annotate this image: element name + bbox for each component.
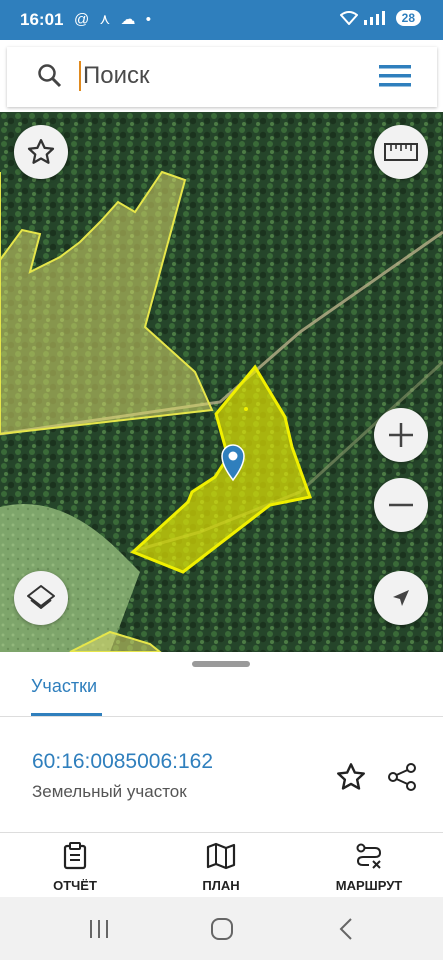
home-icon[interactable] (210, 917, 234, 941)
recent-apps-icon[interactable] (88, 919, 110, 939)
menu-icon[interactable] (379, 64, 411, 88)
ruler-button[interactable] (374, 125, 428, 179)
layers-icon (27, 585, 55, 609)
notification-icons: @ ⋏ ☁ • (74, 11, 154, 28)
report-button[interactable]: ОТЧЁТ (20, 842, 130, 893)
satellite-map[interactable] (0, 112, 443, 652)
cadastral-number-link[interactable]: 60:16:0085006:162 (32, 750, 213, 774)
map-view[interactable] (0, 112, 443, 652)
battery-level: 28 (395, 10, 421, 26)
plan-button[interactable]: ПЛАН (166, 842, 276, 893)
star-icon (337, 763, 365, 790)
favorite-button[interactable] (14, 125, 68, 179)
clipboard-icon (63, 842, 87, 870)
favorite-parcel-button[interactable] (331, 757, 371, 797)
share-button[interactable] (382, 757, 422, 797)
my-location-button[interactable] (374, 571, 428, 625)
route-button[interactable]: МАРШРУТ (314, 842, 424, 893)
plus-icon (389, 423, 413, 447)
report-label: ОТЧЁТ (53, 878, 97, 893)
sheet-drag-handle[interactable] (192, 661, 250, 667)
route-icon (356, 843, 382, 869)
status-time: 16:01 (20, 10, 64, 29)
search-icon[interactable] (37, 63, 63, 89)
minus-icon (389, 503, 413, 507)
search-bar[interactable]: Поиск (7, 47, 437, 107)
divider (0, 832, 443, 833)
ruler-icon (384, 143, 418, 161)
system-nav-bar (0, 897, 443, 960)
bottom-sheet: Участки 60:16:0085006:162 Земельный учас… (0, 652, 443, 897)
tab-parcels[interactable]: Участки (31, 676, 97, 697)
star-icon (27, 139, 55, 164)
zoom-in-button[interactable] (374, 408, 428, 462)
route-label: МАРШРУТ (335, 878, 403, 893)
text-cursor (79, 61, 81, 91)
back-icon[interactable] (338, 917, 354, 941)
wifi-icon (339, 11, 358, 25)
parcel-type: Земельный участок (32, 782, 187, 801)
status-bar: 16:01 @ ⋏ ☁ • 28 (0, 0, 443, 40)
divider (0, 716, 443, 717)
search-input[interactable]: Поиск (83, 62, 150, 90)
layers-button[interactable] (14, 571, 68, 625)
share-icon (388, 763, 416, 791)
map-icon (206, 842, 236, 870)
zoom-out-button[interactable] (374, 478, 428, 532)
signal-icon (363, 11, 385, 25)
navigation-arrow-icon (393, 590, 409, 606)
plan-label: ПЛАН (202, 878, 240, 893)
